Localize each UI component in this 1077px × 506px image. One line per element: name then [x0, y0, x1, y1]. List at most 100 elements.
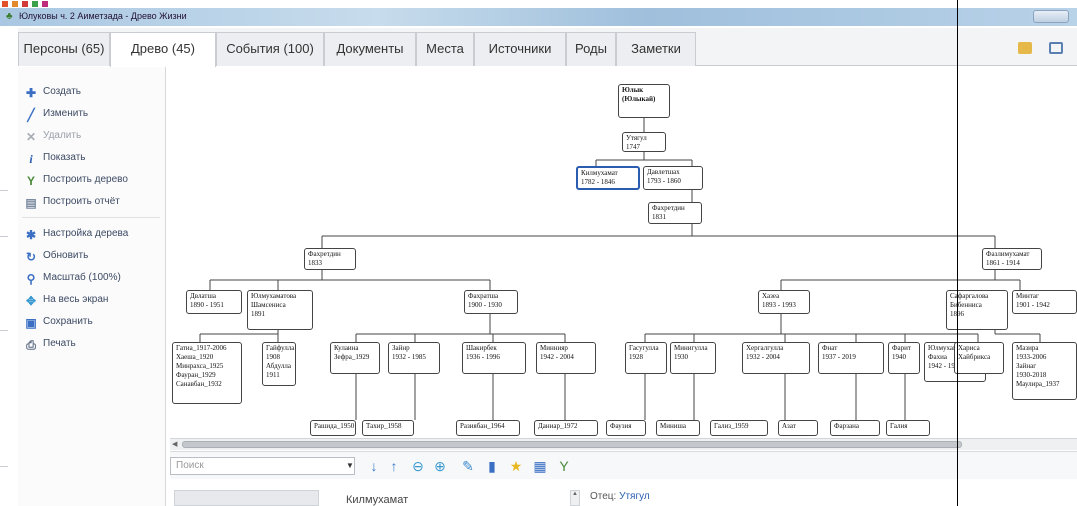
tree-node[interactable]: Миннияр 1942 - 2004: [536, 342, 596, 374]
grid-icon[interactable]: ▦: [532, 458, 548, 474]
edge-artifact: [0, 466, 8, 467]
sidebar-item-refresh[interactable]: ↻ Обновить: [24, 247, 88, 265]
sidebar-item-delete[interactable]: ✕ Удалить: [24, 127, 81, 145]
tree-node[interactable]: Фахретдин 1831: [648, 202, 702, 224]
pin-icon[interactable]: ✎: [460, 458, 476, 474]
scroll-left-icon[interactable]: ◀: [172, 440, 177, 448]
tree-node-selected[interactable]: Килмухамат 1782 - 1846: [576, 166, 640, 190]
quick-access-icon[interactable]: [42, 1, 48, 7]
tree-node[interactable]: Хазеа 1893 - 1993: [758, 290, 810, 314]
quick-access-icon[interactable]: [2, 1, 8, 7]
person-photo: [174, 490, 319, 506]
sidebar-item-zoom[interactable]: ⚲ Масштаб (100%): [24, 269, 121, 287]
tree-node[interactable]: Миниша: [656, 420, 700, 436]
tree-node[interactable]: Юлмухаматова Шамсениса 1891: [247, 290, 313, 330]
quick-access-icon[interactable]: [12, 1, 18, 7]
sidebar-item-build-report[interactable]: ▤ Построить отчёт: [24, 193, 120, 211]
report-icon: ▤: [25, 196, 37, 210]
details-panel: Килмухамат ▲ Отец: Утягул: [170, 480, 1077, 506]
forward-icon[interactable]: ⊕: [432, 458, 448, 474]
horizontal-scrollbar[interactable]: ◀: [170, 438, 1077, 450]
sidebar-item-label: Сохранить: [43, 316, 93, 327]
tree-node[interactable]: Юлык (Юлыкай): [618, 84, 670, 118]
tree-node[interactable]: Разиябан_1964: [456, 420, 520, 436]
sidebar-item-tree-settings[interactable]: ✱ Настройка дерева: [24, 225, 128, 243]
save-icon[interactable]: [1049, 42, 1063, 54]
star-icon[interactable]: ★: [508, 458, 524, 474]
tree-node[interactable]: Тахир_1958: [362, 420, 414, 436]
tree-node[interactable]: Азат: [778, 420, 818, 436]
tree-node[interactable]: Зайнр 1932 - 1985: [388, 342, 440, 374]
app-tree-icon: ♣: [6, 11, 13, 22]
tab-tree[interactable]: Древо (45): [110, 32, 216, 67]
tab-documents[interactable]: Документы: [324, 32, 416, 66]
tree-node[interactable]: Фнат 1937 - 2019: [818, 342, 884, 374]
back-icon[interactable]: ⊖: [410, 458, 426, 474]
sidebar-item-print[interactable]: ⎙ Печать: [24, 335, 76, 353]
scrollbar-thumb[interactable]: [182, 441, 962, 448]
tree-node[interactable]: Шакирбек 1936 - 1996: [462, 342, 526, 374]
tab-clans[interactable]: Роды: [566, 32, 616, 66]
tree-node[interactable]: Минтаг 1901 - 1942: [1012, 290, 1077, 314]
overlay-divider-line: [957, 0, 958, 506]
sidebar-item-label: Создать: [43, 86, 82, 97]
sidebar-item-show[interactable]: i Показать: [24, 149, 86, 167]
tree-node[interactable]: Фарит 1940: [888, 342, 920, 374]
plus-icon: ✚: [25, 86, 37, 100]
tree-node[interactable]: Мазира 1933-2006 Зайнаг 1930-2018 Маулир…: [1012, 342, 1077, 400]
tab-notes[interactable]: Заметки: [616, 32, 696, 66]
quick-access-icon[interactable]: [22, 1, 28, 7]
tree-node[interactable]: Фаузия: [606, 420, 646, 436]
tree-node[interactable]: Фахратша 1900 - 1930: [464, 290, 518, 314]
tab-tools: [1004, 42, 1063, 57]
quick-access-icon[interactable]: [32, 1, 38, 7]
tab-places[interactable]: Места: [416, 32, 474, 66]
tree-node[interactable]: Давлетшах 1793 - 1860: [643, 166, 703, 190]
sidebar-item-fullscreen[interactable]: ✥ На весь экран: [24, 291, 108, 309]
bottom-toolbar: Поиск ▼ ↓ ↑ ⊖ ⊕ ✎ ▮ ★ ▦ Y: [170, 451, 1077, 479]
tree-node[interactable]: Фазлимухамат 1861 - 1914: [982, 248, 1042, 270]
tree-node[interactable]: Утягул 1747: [622, 132, 666, 152]
tree-node[interactable]: Фахретдин 1833: [304, 248, 356, 270]
arrow-down-icon[interactable]: ↓: [366, 458, 382, 474]
search-dropdown-icon[interactable]: ▼: [346, 461, 354, 470]
sidebar-item-build-tree[interactable]: Y Построить дерево: [24, 171, 128, 189]
father-label: Отец:: [590, 491, 617, 502]
tree-node[interactable]: Даниар_1972: [534, 420, 598, 436]
tab-persons[interactable]: Персоны (65): [18, 32, 110, 66]
tree-node[interactable]: Сафаргалова Бибенниса 1896: [946, 290, 1008, 330]
tree-node[interactable]: Гализ_1959: [710, 420, 768, 436]
open-folder-icon[interactable]: [1017, 42, 1032, 54]
tree-canvas[interactable]: Юлык (Юлыкай) Утягул 1747 Килмухамат 178…: [170, 72, 1077, 438]
sidebar-item-edit[interactable]: ╱ Изменить: [24, 105, 88, 123]
info-icon: i: [29, 152, 33, 166]
sidebar-item-label: Масштаб (100%): [43, 272, 121, 283]
tree-node[interactable]: Галия: [886, 420, 930, 436]
sidebar: ✚ Создать ╱ Изменить ✕ Удалить i Показать YП…: [18, 67, 166, 506]
person-name: Килмухамат: [346, 494, 409, 506]
tree-node[interactable]: Двлатша 1890 - 1951: [186, 290, 242, 314]
tab-events[interactable]: События (100): [216, 32, 324, 66]
tree-node[interactable]: Гайфулла 1908 Абдулла 1911: [262, 342, 296, 386]
tree-node[interactable]: Хергалгулла 1932 - 2004: [742, 342, 810, 374]
tree-node[interactable]: Кулаина Зефра_1929: [330, 342, 380, 374]
tree-node[interactable]: Минигулла 1930: [670, 342, 716, 374]
sidebar-item-label: Показать: [43, 152, 86, 163]
sidebar-item-save[interactable]: ▣ Сохранить: [24, 313, 93, 331]
tree-node[interactable]: Фарзана: [830, 420, 880, 436]
sidebar-item-label: Построить отчёт: [43, 196, 120, 207]
tree-node[interactable]: Гатиа_1917-2006 Хаеша_1920 Минрахса_1925…: [172, 342, 242, 404]
father-link[interactable]: Утягул: [619, 491, 650, 502]
tree-icon[interactable]: Y: [556, 458, 572, 474]
sidebar-item-label: Печать: [43, 338, 76, 349]
details-scrollbar[interactable]: ▲: [570, 490, 580, 506]
window-controls[interactable]: [1033, 10, 1069, 23]
search-input[interactable]: Поиск: [170, 457, 355, 475]
arrow-up-icon[interactable]: ↑: [386, 458, 402, 474]
tree-node[interactable]: Хариса Хайбрикса: [954, 342, 1004, 374]
tree-node[interactable]: Рашида_1950: [310, 420, 356, 436]
bookmark-icon[interactable]: ▮: [484, 458, 500, 474]
tree-node[interactable]: Гасугулла 1928: [625, 342, 667, 374]
tab-sources[interactable]: Источники: [474, 32, 566, 66]
sidebar-item-create[interactable]: ✚ Создать: [24, 83, 81, 101]
